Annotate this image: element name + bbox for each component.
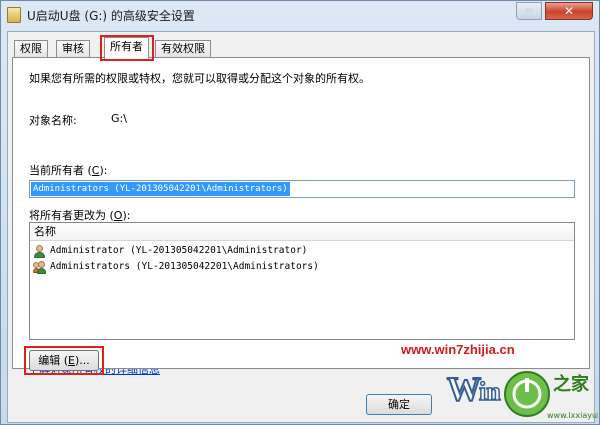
- list-item[interactable]: Administrator (YL-201305042201\Administr…: [32, 244, 572, 260]
- current-owner-field[interactable]: Administrators (YL-201305042201\Administ…: [29, 180, 575, 198]
- edit-button[interactable]: 编辑 (E)...: [29, 350, 99, 371]
- current-owner-value: Administrators (YL-201305042201\Administ…: [31, 182, 290, 196]
- security-settings-window: U启动U盘 (G:) 的高级安全设置 ▬ ✕ 权限 审核 所有者 有效权限 如果…: [0, 0, 600, 425]
- list-column-header-name[interactable]: 名称: [30, 223, 574, 241]
- window-title: U启动U盘 (G:) 的高级安全设置: [27, 9, 195, 23]
- intro-text: 如果您有所需的权限或特权，您就可以取得或分配这个对象的所有权。: [29, 72, 370, 85]
- user-icon: [33, 245, 46, 259]
- drive-icon: [7, 7, 21, 23]
- close-button[interactable]: ✕: [545, 2, 593, 20]
- object-name-value: G:\: [111, 112, 127, 125]
- tab-permissions[interactable]: 权限: [14, 40, 48, 58]
- svg-text:之家: 之家: [553, 373, 590, 395]
- tab-auditing[interactable]: 审核: [56, 40, 90, 58]
- current-owner-label: 当前所有者 (C):: [29, 164, 108, 177]
- tab-effective-permissions[interactable]: 有效权限: [155, 40, 211, 58]
- owner-tab-panel: 如果您有所需的权限或特权，您就可以取得或分配这个对象的所有权。 对象名称: G:…: [12, 57, 590, 375]
- svg-text:www.lxxiayuk.com: www.lxxiayuk.com: [547, 411, 598, 420]
- title-bar[interactable]: U启动U盘 (G:) 的高级安全设置 ▬ ✕: [1, 1, 599, 29]
- ok-button[interactable]: 确定: [366, 394, 432, 415]
- svg-text:in: in: [479, 377, 501, 406]
- minimize-button[interactable]: ▬: [516, 2, 542, 20]
- change-owner-list[interactable]: 名称 Administrator (YL-201305042201\Admini…: [29, 222, 575, 340]
- watermark-logo: W in 之家 www.lxxiayuk.com: [443, 356, 600, 424]
- user-group-icon: [33, 261, 46, 275]
- owner-name: Administrator (YL-201305042201\Administr…: [50, 245, 308, 256]
- tab-owner[interactable]: 所有者: [104, 37, 149, 59]
- list-item[interactable]: Administrators (YL-201305042201\Administ…: [32, 260, 572, 276]
- object-name-label: 对象名称:: [29, 114, 77, 127]
- watermark-url: www.win7zhijia.cn: [401, 342, 515, 357]
- change-owner-label: 将所有者更改为 (O):: [29, 209, 131, 222]
- owner-name: Administrators (YL-201305042201\Administ…: [50, 261, 319, 272]
- svg-text:W: W: [447, 371, 481, 408]
